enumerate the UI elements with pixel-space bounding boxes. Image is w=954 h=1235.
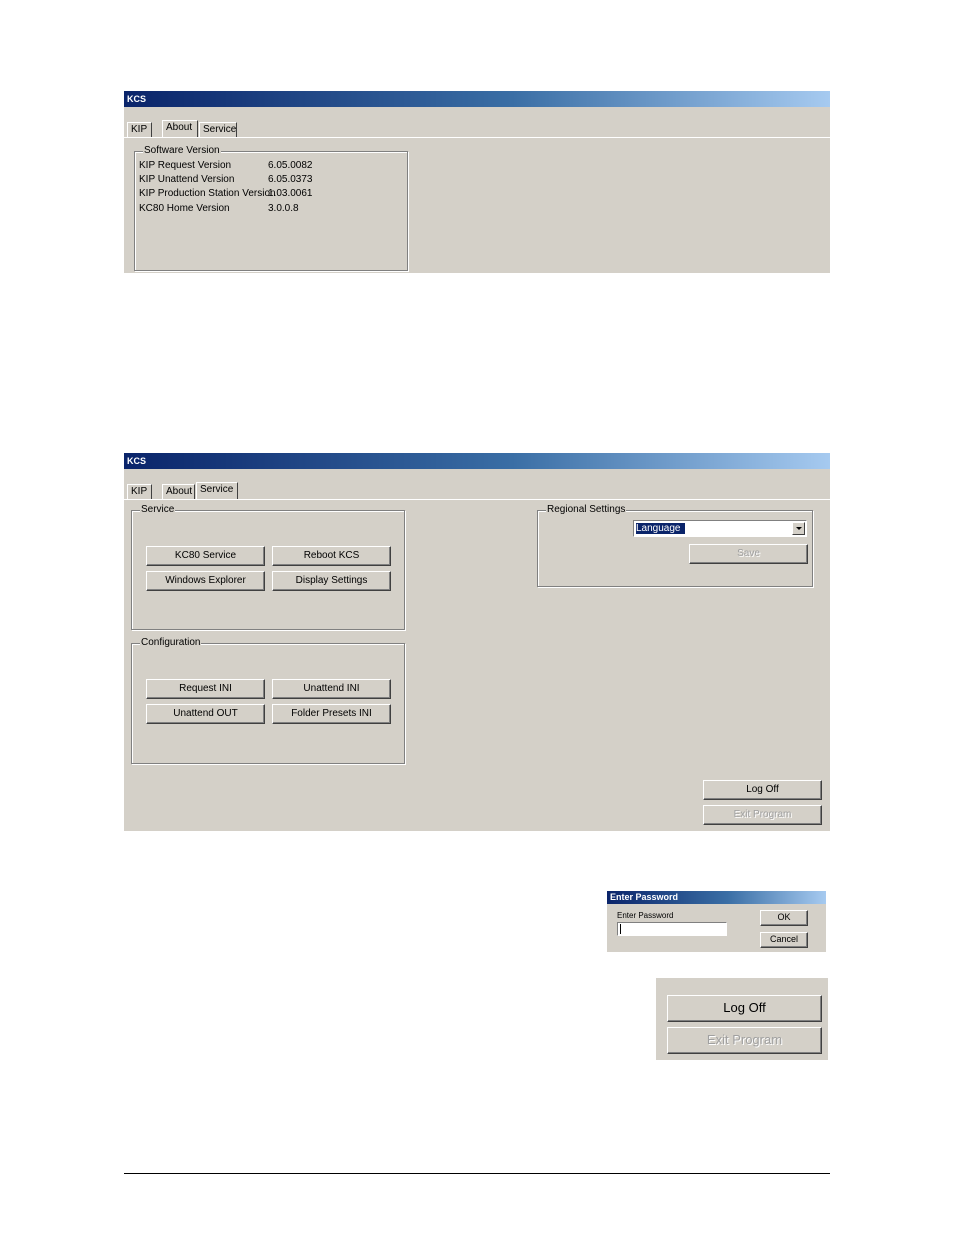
enter-password-prompt: Enter Password — [617, 911, 674, 920]
kip-request-version-label: KIP Request Version — [139, 160, 232, 171]
regional-settings-group: Regional Settings Language Save — [537, 504, 813, 587]
tab-about[interactable]: About — [162, 484, 195, 499]
folder-presets-ini-button[interactable]: Folder Presets INI — [272, 704, 391, 724]
chevron-down-icon[interactable] — [792, 522, 805, 535]
kc80-home-version-value: 3.0.0.8 — [268, 203, 299, 214]
language-select[interactable]: Language — [633, 520, 807, 537]
window-title-bar: KCS — [124, 453, 830, 469]
language-selected-value: Language — [636, 523, 685, 534]
software-version-group: Software Version KIP Request Version 6.0… — [134, 145, 408, 271]
regional-settings-legend: Regional Settings — [546, 504, 627, 516]
configuration-group-legend: Configuration — [140, 637, 202, 649]
tab-service[interactable]: Service — [196, 482, 238, 499]
exit-program-button[interactable]: Exit Program — [703, 805, 822, 825]
reboot-kcs-button[interactable]: Reboot KCS — [272, 546, 391, 566]
configuration-group: Configuration Request INI Unattend INI U… — [131, 637, 405, 764]
kip-production-station-version-value: 1.03.0061 — [268, 188, 313, 199]
kc80-service-button[interactable]: KC80 Service — [146, 546, 265, 566]
kip-request-version-value: 6.05.0082 — [268, 160, 313, 171]
kip-unattend-version-value: 6.05.0373 — [268, 174, 313, 185]
exit-program-button-large[interactable]: Exit Program — [667, 1027, 822, 1054]
kip-unattend-version-label: KIP Unattend Version — [139, 174, 235, 185]
kip-production-station-version-label: KIP Production Station Version — [139, 188, 276, 199]
window-title-bar: KCS — [124, 91, 830, 107]
kcs-about-window: KCS KIP About Service Software Version K… — [124, 91, 830, 273]
ok-button[interactable]: OK — [760, 910, 808, 926]
enter-password-dialog: Enter Password Enter Password OK Cancel — [607, 891, 826, 952]
tab-strip-line — [124, 499, 830, 500]
log-off-button[interactable]: Log Off — [703, 780, 822, 800]
tab-strip-line — [124, 137, 830, 138]
request-ini-button[interactable]: Request INI — [146, 679, 265, 699]
cancel-button[interactable]: Cancel — [760, 932, 808, 948]
tab-kip[interactable]: KIP — [127, 484, 152, 499]
tab-kip[interactable]: KIP — [127, 122, 152, 137]
unattend-out-button[interactable]: Unattend OUT — [146, 704, 265, 724]
tab-about[interactable]: About — [162, 120, 198, 137]
password-input[interactable] — [617, 922, 727, 936]
zoomed-logoff-panel: Log Off Exit Program — [656, 978, 828, 1060]
windows-explorer-button[interactable]: Windows Explorer — [146, 571, 265, 591]
kcs-service-window: KCS KIP About Service Service KC80 Servi… — [124, 453, 830, 831]
save-button[interactable]: Save — [689, 544, 808, 564]
page-footer-rule — [124, 1173, 830, 1174]
display-settings-button[interactable]: Display Settings — [272, 571, 391, 591]
kc80-home-version-label: KC80 Home Version — [139, 203, 230, 214]
unattend-ini-button[interactable]: Unattend INI — [272, 679, 391, 699]
tab-service[interactable]: Service — [199, 122, 237, 137]
log-off-button-large[interactable]: Log Off — [667, 995, 822, 1022]
text-caret — [620, 924, 621, 934]
software-version-legend: Software Version — [143, 145, 221, 157]
service-group: Service KC80 Service Reboot KCS Windows … — [131, 504, 405, 630]
service-group-legend: Service — [140, 504, 176, 516]
dialog-title-bar: Enter Password — [607, 891, 826, 904]
